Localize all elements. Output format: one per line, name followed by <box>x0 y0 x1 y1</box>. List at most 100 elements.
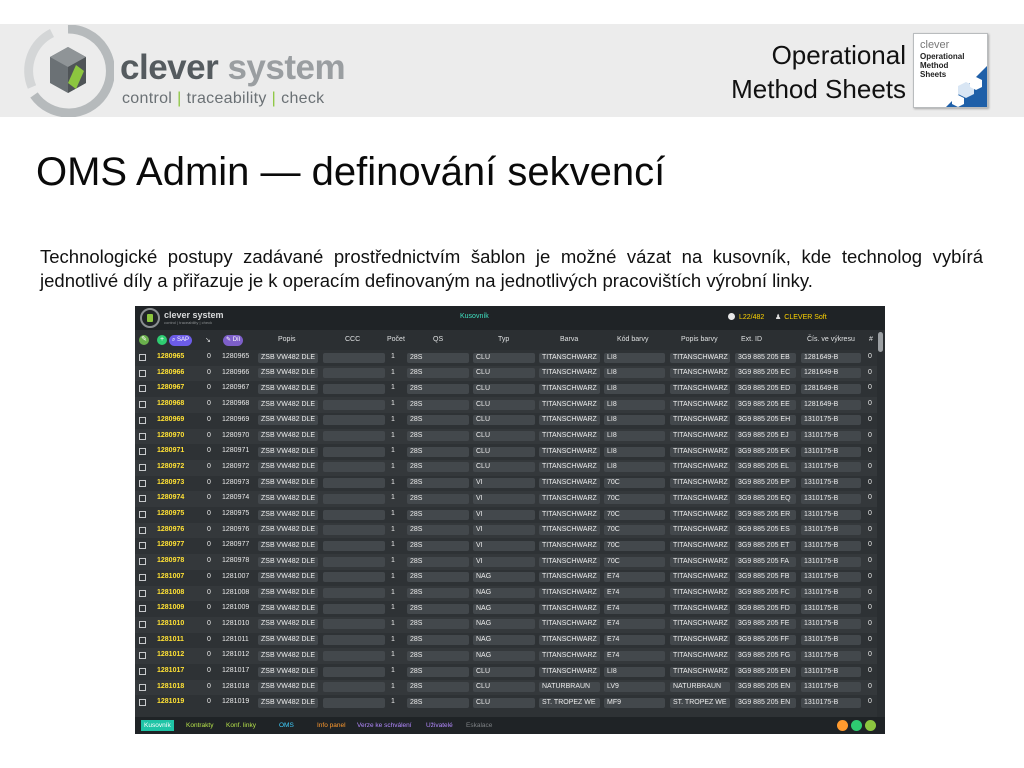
cell-kod-barvy[interactable]: LI8 <box>604 383 665 394</box>
cell-typ[interactable]: VI <box>473 525 535 536</box>
cell-ext-id[interactable]: 3G9 885 205 FE <box>735 619 796 630</box>
cell-popis-barvy[interactable]: TITANSCHWARZ <box>670 383 730 394</box>
add-button[interactable]: + <box>157 335 167 345</box>
table-row[interactable]: 1280969 0 1280969 ZSB VW482 DLE 1 28S CLU TITAN… <box>135 413 877 429</box>
cell-typ[interactable]: CLU <box>473 682 535 693</box>
cell-popis[interactable]: ZSB VW482 DLE <box>258 446 318 457</box>
row-checkbox[interactable] <box>139 636 146 644</box>
cell-kod-barvy[interactable]: 70C <box>604 493 665 504</box>
table-row[interactable]: 1280971 0 1280971 ZSB VW482 DLE 1 28S CLU TITAN… <box>135 444 877 460</box>
cell-ext-id[interactable]: 3G9 885 205 ED <box>735 383 796 394</box>
cell-cis-vykresu[interactable]: 1310175-B <box>801 446 861 457</box>
row-checkbox[interactable] <box>139 432 146 440</box>
cell-qs[interactable]: 28S <box>407 493 469 504</box>
cell-popis[interactable]: ZSB VW482 DLE <box>258 399 318 410</box>
table-row[interactable]: 1280972 0 1280972 ZSB VW482 DLE 1 28S CLU TITAN… <box>135 460 877 476</box>
cell-cis-vykresu[interactable]: 1281649-B <box>801 383 861 394</box>
cell-popis-barvy[interactable]: TITANSCHWARZ <box>670 588 730 598</box>
cell-typ[interactable]: NAG <box>473 588 535 598</box>
col-header[interactable]: Čís. ve výkresu <box>807 336 855 343</box>
cell-popis-barvy[interactable]: TITANSCHWARZ <box>670 415 730 426</box>
cell-ext-id[interactable]: 3G9 885 205 FC <box>735 588 796 598</box>
cell-barva[interactable]: TITANSCHWARZ <box>539 399 600 410</box>
cell-kod-barvy[interactable]: E74 <box>604 603 665 614</box>
cell-qs[interactable]: 28S <box>407 415 469 426</box>
cell-popis[interactable]: ZSB VW482 DLE <box>258 525 318 536</box>
cell-ext-id[interactable]: 3G9 885 205 FF <box>735 635 796 646</box>
table-row[interactable]: 1281018 0 1281018 ZSB VW482 DLE 1 28S CLU NATUR… <box>135 680 877 696</box>
col-header[interactable]: Barva <box>560 336 578 343</box>
cell-ccc[interactable] <box>323 368 385 379</box>
cell-barva[interactable]: TITANSCHWARZ <box>539 493 600 504</box>
col-header[interactable]: Popis <box>278 336 296 343</box>
cell-cis-vykresu[interactable]: 1310175-B <box>801 635 861 646</box>
cell-ccc[interactable] <box>323 446 385 457</box>
cell-ccc[interactable] <box>323 588 385 598</box>
cell-ext-id[interactable]: 3G9 885 205 EL <box>735 462 796 473</box>
cell-qs[interactable]: 28S <box>407 478 469 489</box>
cell-typ[interactable]: CLU <box>473 415 535 426</box>
cell-barva[interactable]: TITANSCHWARZ <box>539 556 600 567</box>
cell-popis-barvy[interactable]: TITANSCHWARZ <box>670 462 730 473</box>
cell-ext-id[interactable]: 3G9 885 205 EK <box>735 446 796 457</box>
cell-qs[interactable]: 28S <box>407 666 469 677</box>
cell-cis-vykresu[interactable]: 1310175-B <box>801 556 861 567</box>
cell-ccc[interactable] <box>323 399 385 410</box>
cell-kod-barvy[interactable]: E74 <box>604 588 665 598</box>
cell-popis[interactable]: ZSB VW482 DLE <box>258 431 318 441</box>
cell-popis[interactable]: ZSB VW482 DLE <box>258 650 318 661</box>
cell-ext-id[interactable]: 3G9 885 205 ET <box>735 540 796 551</box>
cell-typ[interactable]: NAG <box>473 572 535 583</box>
cell-popis[interactable]: ZSB VW482 DLE <box>258 415 318 426</box>
cell-ccc[interactable] <box>323 525 385 536</box>
cell-kod-barvy[interactable]: 70C <box>604 478 665 489</box>
sort-icon[interactable]: ↘ <box>205 336 211 344</box>
table-row[interactable]: 1280974 0 1280974 ZSB VW482 DLE 1 28S VI TITANS… <box>135 491 877 507</box>
cell-popis[interactable]: ZSB VW482 DLE <box>258 352 318 363</box>
cell-typ[interactable]: CLU <box>473 368 535 379</box>
table-row[interactable]: 1280975 0 1280975 ZSB VW482 DLE 1 28S VI TITANS… <box>135 507 877 523</box>
cell-qs[interactable]: 28S <box>407 462 469 473</box>
cell-cis-vykresu[interactable]: 1310175-B <box>801 431 861 441</box>
cell-popis-barvy[interactable]: TITANSCHWARZ <box>670 446 730 457</box>
row-checkbox[interactable] <box>139 448 146 456</box>
cell-barva[interactable]: TITANSCHWARZ <box>539 368 600 379</box>
table-row[interactable]: 1280973 0 1280973 ZSB VW482 DLE 1 28S VI TITANS… <box>135 476 877 492</box>
cell-qs[interactable]: 28S <box>407 446 469 457</box>
cell-kod-barvy[interactable]: E74 <box>604 650 665 661</box>
cell-kod-barvy[interactable]: 70C <box>604 556 665 567</box>
table-row[interactable]: 1280965 0 1280965 ZSB VW482 DLE 1 28S CLU TITAN… <box>135 350 877 366</box>
cell-ccc[interactable] <box>323 415 385 426</box>
cell-typ[interactable]: NAG <box>473 650 535 661</box>
cell-popis[interactable]: ZSB VW482 DLE <box>258 478 318 489</box>
cell-ccc[interactable] <box>323 650 385 661</box>
tab-u-ivatel-[interactable]: Uživatelé <box>423 720 456 731</box>
cell-popis-barvy[interactable]: TITANSCHWARZ <box>670 603 730 614</box>
cell-barva[interactable]: TITANSCHWARZ <box>539 415 600 426</box>
cell-barva[interactable]: TITANSCHWARZ <box>539 540 600 551</box>
cell-qs[interactable]: 28S <box>407 635 469 646</box>
row-checkbox[interactable] <box>139 573 146 581</box>
status-dot[interactable] <box>851 720 862 731</box>
cell-kod-barvy[interactable]: LI8 <box>604 462 665 473</box>
line-selector[interactable]: L22/482 <box>728 313 764 321</box>
tab-oms[interactable]: OMS <box>276 720 297 731</box>
cell-cis-vykresu[interactable]: 1310175-B <box>801 540 861 551</box>
cell-cis-vykresu[interactable]: 1310175-B <box>801 509 861 520</box>
table-row[interactable]: 1281010 0 1281010 ZSB VW482 DLE 1 28S NAG TITAN… <box>135 617 877 633</box>
cell-popis-barvy[interactable]: TITANSCHWARZ <box>670 399 730 410</box>
row-checkbox[interactable] <box>139 526 146 534</box>
row-checkbox[interactable] <box>139 589 146 597</box>
dil-button[interactable]: ✎ Díl <box>223 335 244 346</box>
cell-ext-id[interactable]: 3G9 885 205 EC <box>735 368 796 379</box>
table-row[interactable]: 1280966 0 1280966 ZSB VW482 DLE 1 28S CLU TITAN… <box>135 366 877 382</box>
cell-ext-id[interactable]: 3G9 885 205 ER <box>735 509 796 520</box>
cell-popis[interactable]: ZSB VW482 DLE <box>258 509 318 520</box>
cell-qs[interactable]: 28S <box>407 368 469 379</box>
cell-barva[interactable]: TITANSCHWARZ <box>539 352 600 363</box>
cell-qs[interactable]: 28S <box>407 509 469 520</box>
cell-qs[interactable]: 28S <box>407 603 469 614</box>
cell-kod-barvy[interactable]: LI8 <box>604 431 665 441</box>
cell-typ[interactable]: VI <box>473 509 535 520</box>
tab-konf-linky[interactable]: Konf. linky <box>223 720 259 731</box>
